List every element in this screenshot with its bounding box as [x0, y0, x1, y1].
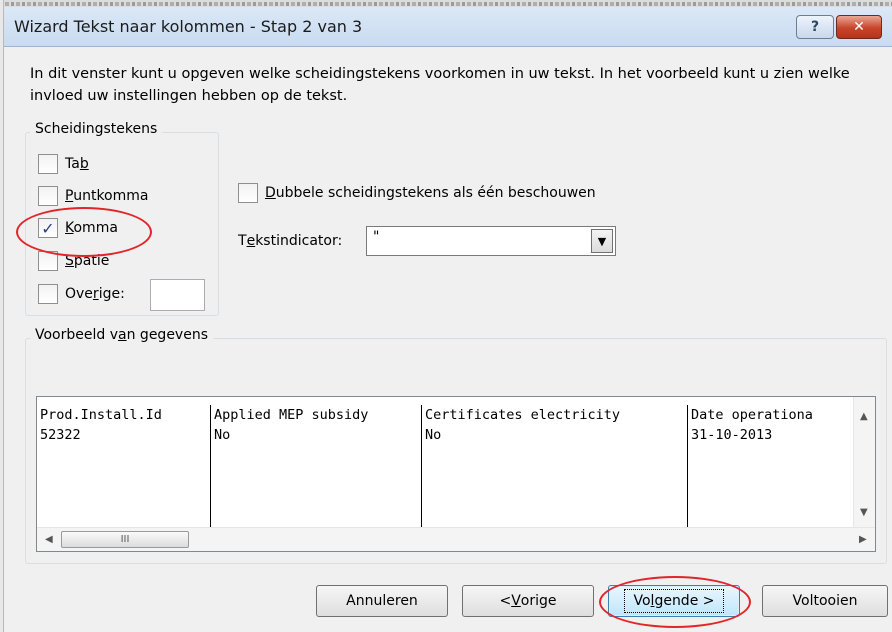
consecutive-label: Dubbele scheidingstekens als één beschou…	[265, 185, 596, 201]
other-label: Overige:	[65, 286, 125, 302]
background-window-edge	[0, 0, 4, 632]
window-title: Wizard Tekst naar kolommen - Stap 2 van …	[14, 17, 363, 36]
scroll-left-icon[interactable]: ◀	[45, 534, 53, 545]
tab-label: Tab	[65, 156, 89, 172]
preview-header-3: Certificates electricity	[425, 407, 621, 423]
tab-checkbox-row[interactable]: Tab	[38, 154, 89, 174]
preview-header-4: Date operationa	[691, 407, 813, 423]
consecutive-checkbox-row[interactable]: Dubbele scheidingstekens als één beschou…	[238, 183, 596, 203]
text-qualifier-value: "	[373, 229, 380, 245]
preview-column-1: Prod.Install.Id 52322	[37, 405, 211, 527]
preview-cell-4: 31-10-2013	[691, 427, 773, 443]
preview-header-2: Applied MEP subsidy	[214, 407, 369, 423]
finish-button[interactable]: Voltooien	[762, 585, 888, 617]
semicolon-checkbox-row[interactable]: Puntkomma	[38, 186, 148, 206]
preview-column-4: Date operationa 31-10-2013	[688, 405, 854, 527]
semicolon-label: Puntkomma	[65, 188, 149, 204]
next-button[interactable]: Volgende >	[608, 585, 740, 617]
scroll-up-icon[interactable]: ▲	[860, 411, 868, 422]
back-button[interactable]: < Vorige	[462, 585, 594, 617]
comma-label: Komma	[65, 220, 118, 236]
comma-checkbox-row[interactable]: ✓ Komma	[38, 218, 118, 238]
background-sheet-strip	[0, 0, 892, 7]
delimiters-legend: Scheidingstekens	[30, 121, 163, 137]
other-checkbox[interactable]	[38, 284, 58, 304]
help-icon: ?	[810, 19, 820, 35]
other-checkbox-row[interactable]: Overige:	[38, 284, 125, 304]
help-button[interactable]: ?	[796, 15, 834, 39]
data-preview[interactable]: Prod.Install.Id 52322 Applied MEP subsid…	[36, 396, 876, 552]
comma-checkbox[interactable]: ✓	[38, 218, 58, 238]
horizontal-scrollbar[interactable]: ◀ III ▶	[37, 527, 875, 551]
horizontal-scroll-thumb[interactable]: III	[61, 531, 189, 548]
text-qualifier-select[interactable]: " ▼	[366, 226, 616, 256]
checkmark-icon: ✓	[41, 218, 55, 238]
tab-checkbox[interactable]	[38, 154, 58, 174]
preview-column-2: Applied MEP subsidy No	[211, 405, 422, 527]
space-checkbox[interactable]	[38, 251, 58, 271]
preview-legend: Voorbeeld van gegevens	[30, 327, 213, 343]
preview-cell-2: No	[214, 427, 231, 443]
preview-column-3: Certificates electricity No	[422, 405, 688, 527]
cancel-button[interactable]: Annuleren	[316, 585, 448, 617]
other-delimiter-input[interactable]	[150, 279, 205, 311]
preview-cell-3: No	[425, 427, 442, 443]
instruction-text: In dit venster kunt u opgeven welke sche…	[30, 66, 850, 104]
next-button-label: Volgende >	[624, 589, 724, 613]
scroll-down-icon[interactable]: ▼	[860, 507, 868, 518]
semicolon-checkbox[interactable]	[38, 186, 58, 206]
preview-cell-1: 52322	[40, 427, 81, 443]
close-button[interactable]: ✕	[836, 15, 882, 39]
dropdown-arrow-icon[interactable]: ▼	[591, 229, 613, 253]
space-label: Spatie	[65, 253, 110, 269]
preview-header-1: Prod.Install.Id	[40, 407, 162, 423]
vertical-scrollbar[interactable]: ▲ ▼	[853, 397, 875, 529]
scroll-right-icon[interactable]: ▶	[859, 534, 867, 545]
qualifier-label: Te kstindicator:	[238, 233, 343, 249]
space-checkbox-row[interactable]: Spatie	[38, 251, 109, 271]
consecutive-checkbox[interactable]	[238, 183, 258, 203]
close-icon: ✕	[853, 19, 865, 35]
title-bar: Wizard Tekst naar kolommen - Stap 2 van …	[4, 7, 892, 47]
